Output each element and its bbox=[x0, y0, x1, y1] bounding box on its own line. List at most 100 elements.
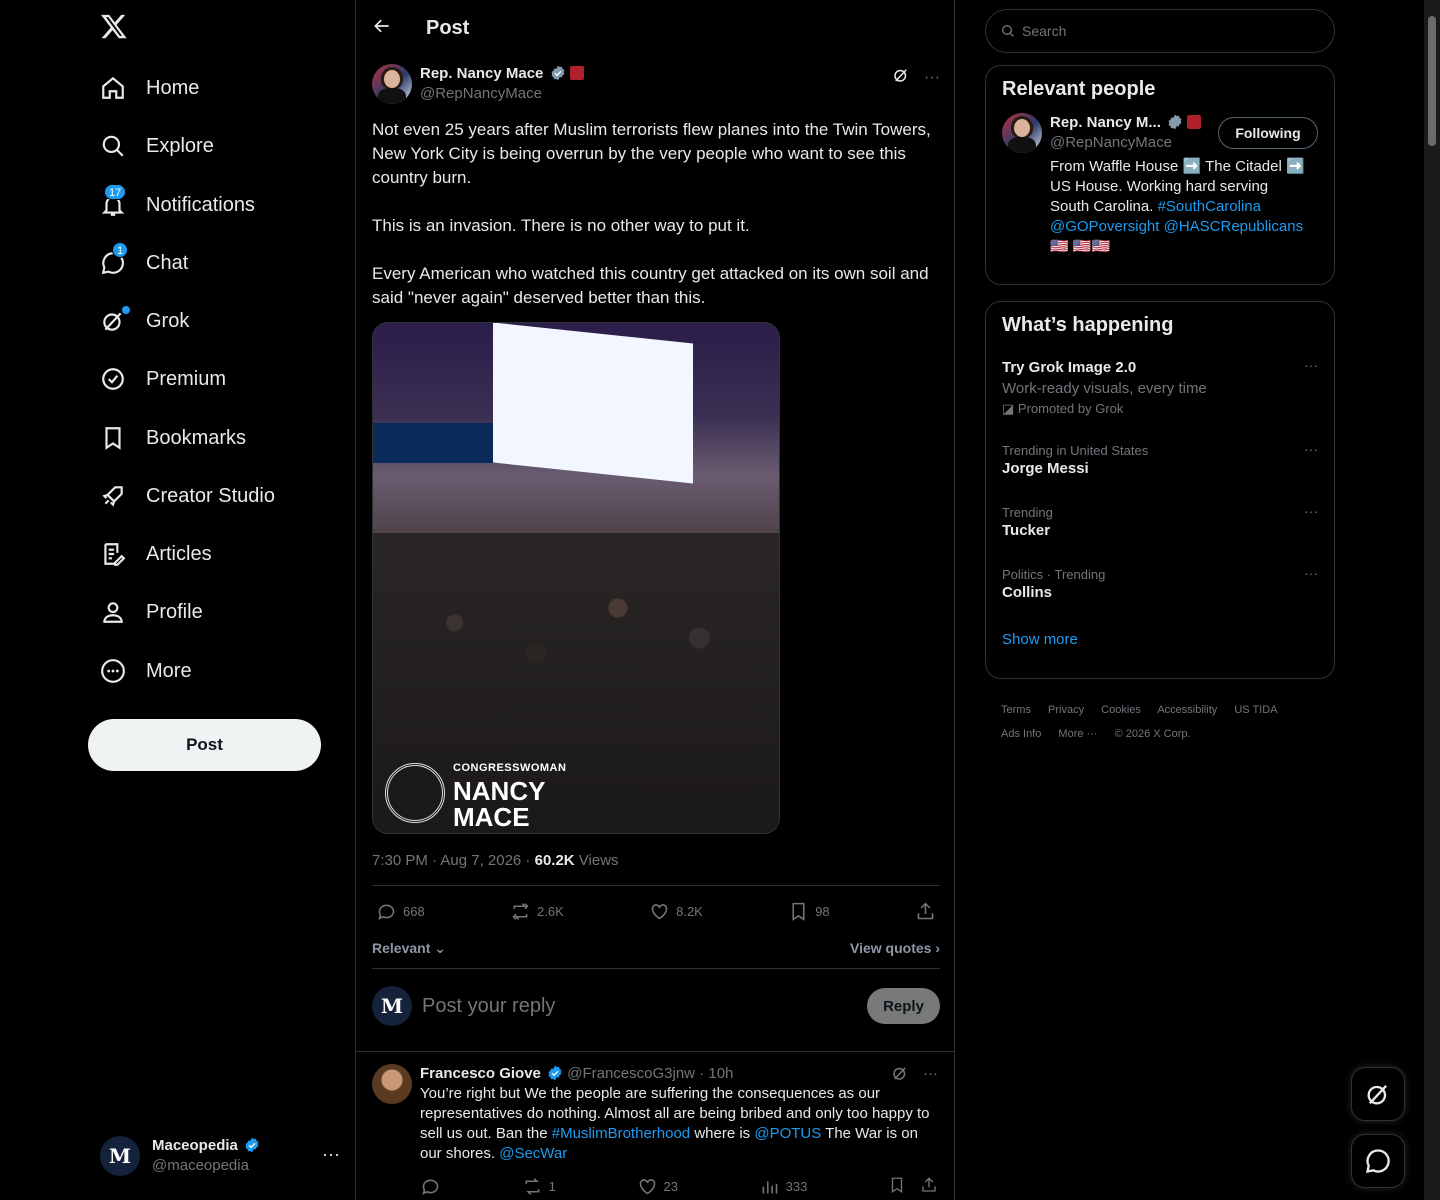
chat-fab[interactable] bbox=[1351, 1134, 1405, 1188]
nav-profile[interactable]: Profile bbox=[88, 587, 203, 637]
more-dots-icon[interactable]: ··· bbox=[1304, 357, 1318, 373]
mention-link[interactable]: @GOPoversight bbox=[1050, 218, 1159, 235]
reply-action[interactable] bbox=[420, 1176, 441, 1197]
reply-sort-row: Relevant ⌄ View quotes › bbox=[372, 936, 940, 960]
more-dots-icon[interactable]: ··· bbox=[923, 1064, 938, 1088]
post-button[interactable]: Post bbox=[88, 719, 321, 771]
nav-label: Articles bbox=[146, 542, 212, 565]
author-handle[interactable]: @RepNancyMace bbox=[420, 84, 584, 104]
more-dots-icon[interactable]: ··· bbox=[1304, 441, 1318, 457]
more-dots-icon[interactable]: ··· bbox=[1304, 565, 1318, 581]
house-seal-icon bbox=[385, 763, 445, 823]
nav-notifications[interactable]: 17 Notifications bbox=[88, 180, 255, 230]
reply-button[interactable]: Reply bbox=[867, 988, 940, 1024]
person-name[interactable]: Rep. Nancy M... bbox=[1050, 114, 1161, 131]
nav-more[interactable]: More bbox=[88, 646, 192, 696]
nav-label: Home bbox=[146, 76, 200, 99]
account-name: Maceopedia bbox=[152, 1137, 238, 1154]
search-icon bbox=[1002, 25, 1014, 37]
nav-label: Profile bbox=[146, 600, 203, 623]
footer-link[interactable]: Ads Info bbox=[1001, 728, 1041, 740]
reply-action[interactable]: 668 bbox=[376, 901, 425, 922]
left-navigation: Home Explore 17 Notifications 1 Chat Gro… bbox=[88, 0, 354, 1200]
bookmark-icon bbox=[792, 902, 805, 921]
footer-link[interactable]: Accessibility bbox=[1157, 704, 1217, 716]
footer-link[interactable]: Terms bbox=[1001, 704, 1031, 716]
trend-category: Politics · Trending bbox=[1002, 567, 1106, 582]
nav-home[interactable]: Home bbox=[88, 63, 199, 113]
nav-explore[interactable]: Explore bbox=[88, 121, 214, 171]
nav-label: Premium bbox=[146, 367, 227, 390]
scrollbar[interactable] bbox=[1424, 0, 1440, 1200]
more-dots-icon[interactable]: ··· bbox=[1304, 503, 1318, 519]
more-dots-icon[interactable]: ··· bbox=[924, 69, 940, 87]
account-switcher[interactable]: M Maceopedia @maceopedia ··· bbox=[100, 1134, 340, 1178]
trend-item[interactable]: Trending in United States Jorge Messi ··… bbox=[986, 433, 1334, 495]
copyright: © 2026 X Corp. bbox=[1114, 728, 1191, 740]
nav-bookmarks[interactable]: Bookmarks bbox=[88, 413, 246, 463]
nav-premium[interactable]: Premium bbox=[88, 354, 226, 404]
nav-creator-studio[interactable]: Creator Studio bbox=[88, 471, 275, 521]
trend-item[interactable]: Trending Tucker ··· bbox=[986, 495, 1334, 557]
author-avatar[interactable] bbox=[372, 64, 412, 104]
tweet-image[interactable]: CONGRESSWOMAN NANCY MACE bbox=[372, 322, 780, 834]
x-logo-icon[interactable] bbox=[100, 12, 128, 42]
commenter-handle[interactable]: @FrancescoG3jnw bbox=[567, 1065, 695, 1082]
bookmark-icon bbox=[891, 1177, 903, 1194]
like-action[interactable]: 8.2K bbox=[649, 901, 703, 922]
nav-articles[interactable]: Articles bbox=[88, 529, 212, 579]
image-billboard-left bbox=[373, 423, 513, 463]
search-input[interactable]: Search bbox=[1022, 23, 1066, 39]
reply-tweet[interactable]: Francesco Giove @FrancescoG3jnw · 10h ··… bbox=[356, 1051, 954, 1197]
share-action[interactable] bbox=[920, 1176, 938, 1197]
mention-link[interactable]: @HASCRepublicans bbox=[1164, 218, 1303, 235]
reply-input[interactable] bbox=[422, 994, 857, 1018]
footer-link[interactable]: Privacy bbox=[1048, 704, 1084, 716]
mention-link[interactable]: @POTUS bbox=[754, 1125, 821, 1142]
views-action[interactable]: 333 bbox=[759, 1176, 807, 1197]
grok-fab[interactable] bbox=[1351, 1067, 1405, 1121]
sort-dropdown[interactable]: Relevant ⌄ bbox=[372, 940, 446, 957]
trend-item[interactable]: Politics · Trending Collins ··· bbox=[986, 557, 1334, 619]
search-box[interactable]: Search bbox=[985, 9, 1335, 53]
view-quotes-link[interactable]: View quotes › bbox=[850, 940, 940, 956]
nav-chat[interactable]: 1 Chat bbox=[88, 238, 188, 288]
image-caption-name: MACE bbox=[453, 802, 530, 832]
repost-count: 2.6K bbox=[537, 903, 564, 919]
promoted-trend[interactable]: Try Grok Image 2.0 Work-ready visuals, e… bbox=[986, 349, 1334, 433]
footer-link[interactable]: More ··· bbox=[1058, 728, 1097, 740]
grok-icon[interactable] bbox=[892, 66, 910, 89]
scrollbar-thumb[interactable] bbox=[1428, 16, 1436, 146]
grok-dot bbox=[122, 306, 130, 314]
bookmark-action[interactable] bbox=[888, 1176, 906, 1197]
show-more-link[interactable]: Show more bbox=[986, 619, 1334, 660]
back-arrow-icon[interactable] bbox=[372, 16, 392, 41]
commenter-avatar[interactable] bbox=[372, 1064, 412, 1104]
commenter-name[interactable]: Francesco Giove bbox=[420, 1065, 541, 1082]
mention-link[interactable]: @SecWar bbox=[499, 1145, 567, 1162]
following-button[interactable]: Following bbox=[1218, 117, 1318, 149]
person-avatar[interactable] bbox=[1002, 113, 1042, 153]
like-action[interactable]: 23 bbox=[637, 1176, 678, 1197]
nav-grok[interactable]: Grok bbox=[88, 296, 189, 346]
affiliate-badge-icon bbox=[569, 66, 584, 80]
chat-icon: 1 bbox=[100, 242, 129, 276]
articles-icon bbox=[100, 541, 126, 567]
footer-link[interactable]: US TIDA bbox=[1234, 704, 1277, 716]
card-title: Relevant people bbox=[1002, 78, 1156, 100]
hashtag-link[interactable]: #SouthCarolina bbox=[1158, 198, 1261, 215]
footer-link[interactable]: Cookies bbox=[1101, 704, 1141, 716]
tweet-timestamp[interactable]: 7:30 PM · Aug 7, 2026 · bbox=[372, 852, 535, 869]
share-action[interactable] bbox=[915, 901, 936, 922]
grok-icon[interactable] bbox=[891, 1064, 909, 1088]
more-dots-icon[interactable]: ··· bbox=[322, 1144, 340, 1165]
repost-action[interactable]: 1 bbox=[522, 1176, 556, 1197]
bookmark-icon bbox=[100, 425, 126, 451]
bookmark-count: 98 bbox=[815, 903, 830, 919]
repost-action[interactable]: 2.6K bbox=[510, 901, 564, 922]
bookmark-action[interactable]: 98 bbox=[788, 901, 830, 922]
author-name[interactable]: Rep. Nancy Mace bbox=[420, 65, 543, 82]
hashtag-link[interactable]: #MuslimBrotherhood bbox=[552, 1125, 690, 1142]
like-count: 8.2K bbox=[676, 903, 703, 919]
comment-time[interactable]: · 10h bbox=[699, 1065, 733, 1082]
